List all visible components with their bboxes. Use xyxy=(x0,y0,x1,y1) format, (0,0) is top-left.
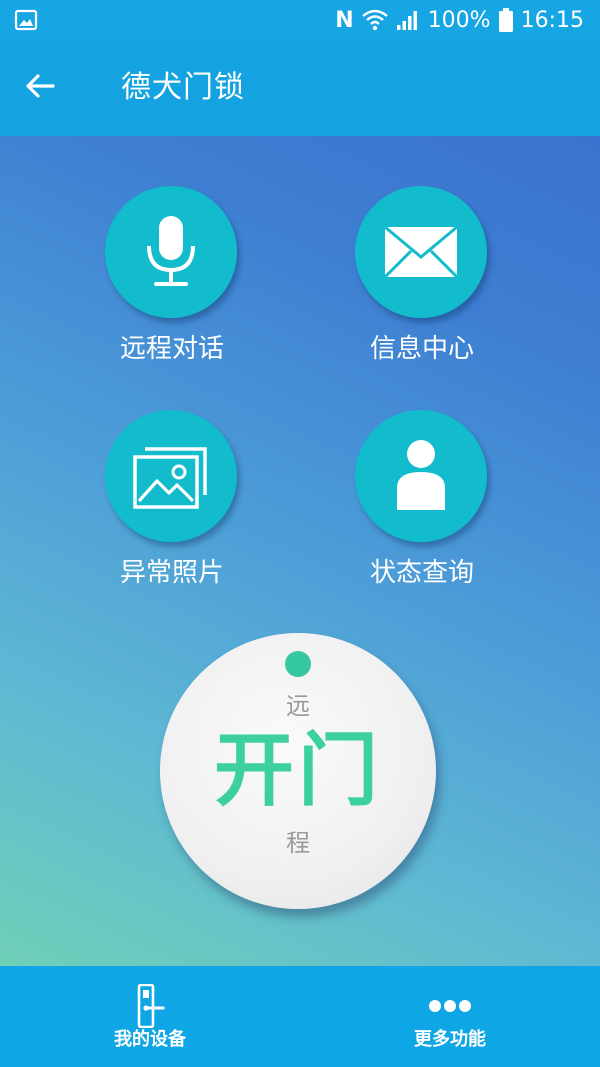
more-dots-icon xyxy=(300,984,600,1028)
battery-icon xyxy=(498,8,513,32)
unlock-bottom-char: 程 xyxy=(286,829,310,857)
wifi-icon xyxy=(361,9,388,31)
status-bar: N 100% 16:15 xyxy=(0,0,600,40)
unlock-top-char: 远 xyxy=(286,692,310,720)
unlock-indicator-dot xyxy=(285,651,311,677)
feature-status-query[interactable]: 状态查询 xyxy=(322,410,522,590)
photos-icon xyxy=(133,447,207,509)
feature-status-query-circle[interactable] xyxy=(355,410,487,542)
signal-icon xyxy=(396,9,420,31)
back-button[interactable] xyxy=(18,64,62,108)
person-icon xyxy=(397,440,445,510)
remote-unlock-button[interactable]: 远 开门 程 xyxy=(160,633,436,909)
feature-info-center-circle[interactable] xyxy=(355,186,487,318)
feature-info-center-label: 信息中心 xyxy=(369,334,474,364)
clock: 16:15 xyxy=(520,7,584,33)
bottom-nav: 我的设备 更多功能 xyxy=(0,966,600,1067)
feature-abnormal-photos-circle[interactable] xyxy=(105,410,237,542)
feature-remote-talk[interactable]: 远程对话 xyxy=(72,186,272,366)
envelope-icon xyxy=(383,225,459,279)
feature-status-query-label: 状态查询 xyxy=(369,558,474,588)
main-panel: 远程对话 信息中心 异常照片 状态查询 远 开门 程 xyxy=(0,136,600,966)
nav-my-devices[interactable]: 我的设备 xyxy=(0,966,300,1067)
nav-my-devices-label: 我的设备 xyxy=(114,1029,186,1050)
page-title: 德犬门锁 xyxy=(121,70,245,105)
nav-more-features[interactable]: 更多功能 xyxy=(300,966,600,1067)
feature-abnormal-photos-label: 异常照片 xyxy=(119,558,224,588)
unlock-main-label: 开门 xyxy=(214,724,382,817)
nfc-icon: N xyxy=(335,7,354,33)
feature-info-center[interactable]: 信息中心 xyxy=(322,186,522,366)
door-lock-icon xyxy=(0,984,300,1028)
feature-remote-talk-circle[interactable] xyxy=(105,186,237,318)
nav-more-features-label: 更多功能 xyxy=(414,1029,486,1050)
feature-abnormal-photos[interactable]: 异常照片 xyxy=(72,410,272,590)
gallery-notification-icon xyxy=(14,8,38,32)
status-indicators: N 100% 16:15 xyxy=(335,5,584,35)
app-bar: 德犬门锁 xyxy=(0,40,600,136)
back-arrow-icon xyxy=(26,74,55,98)
microphone-icon xyxy=(147,216,195,286)
battery-percent: 100% xyxy=(427,7,491,33)
feature-remote-talk-label: 远程对话 xyxy=(119,334,224,364)
